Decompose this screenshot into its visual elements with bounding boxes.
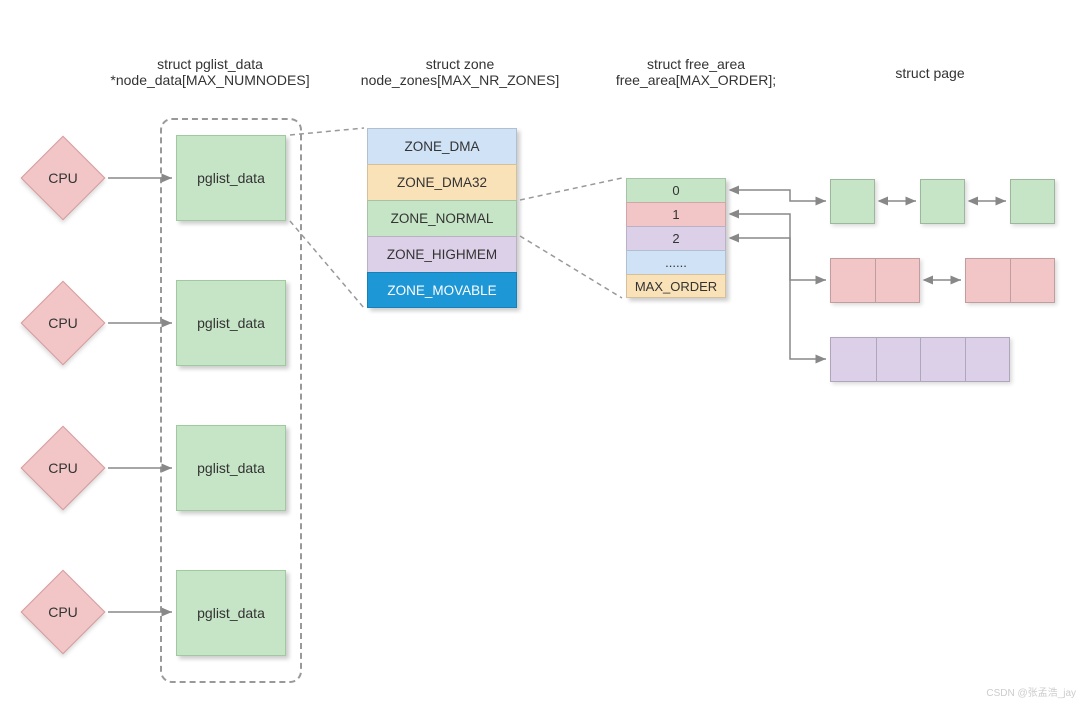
fa-row: MAX_ORDER <box>626 274 726 298</box>
fa-row: ...... <box>626 250 726 274</box>
zone-row: ZONE_NORMAL <box>367 200 517 236</box>
fa-row: 2 <box>626 226 726 250</box>
page-box-pink <box>965 258 1055 303</box>
pglist-box: pglist_data <box>176 425 286 511</box>
freearea-stack: 0 1 2 ...... MAX_ORDER <box>626 178 726 298</box>
fa-row: 0 <box>626 178 726 202</box>
page-box-green <box>920 179 965 224</box>
zone-stack: ZONE_DMA ZONE_DMA32 ZONE_NORMAL ZONE_HIG… <box>367 128 517 308</box>
watermark: CSDN @张孟浩_jay <box>986 684 1076 699</box>
cpu-diamond: CPU <box>21 136 106 221</box>
zone-row: ZONE_MOVABLE <box>367 272 517 308</box>
pglist-box: pglist_data <box>176 280 286 366</box>
zone-row: ZONE_HIGHMEM <box>367 236 517 272</box>
header-zone: struct zone node_zones[MAX_NR_ZONES] <box>334 56 586 88</box>
page-box-pink <box>830 258 920 303</box>
cpu-diamond: CPU <box>21 281 106 366</box>
zone-row: ZONE_DMA <box>367 128 517 164</box>
zone-row: ZONE_DMA32 <box>367 164 517 200</box>
cpu-diamond: CPU <box>21 426 106 511</box>
page-box-green <box>1010 179 1055 224</box>
pglist-box: pglist_data <box>176 135 286 221</box>
page-box-green <box>830 179 875 224</box>
pglist-box: pglist_data <box>176 570 286 656</box>
header-freearea: struct free_area free_area[MAX_ORDER]; <box>596 56 796 88</box>
page-box-purple <box>830 337 1010 382</box>
header-page: struct page <box>830 65 1030 81</box>
cpu-diamond: CPU <box>21 570 106 655</box>
fa-row: 1 <box>626 202 726 226</box>
header-pglist: struct pglist_data *node_data[MAX_NUMNOD… <box>100 56 320 88</box>
